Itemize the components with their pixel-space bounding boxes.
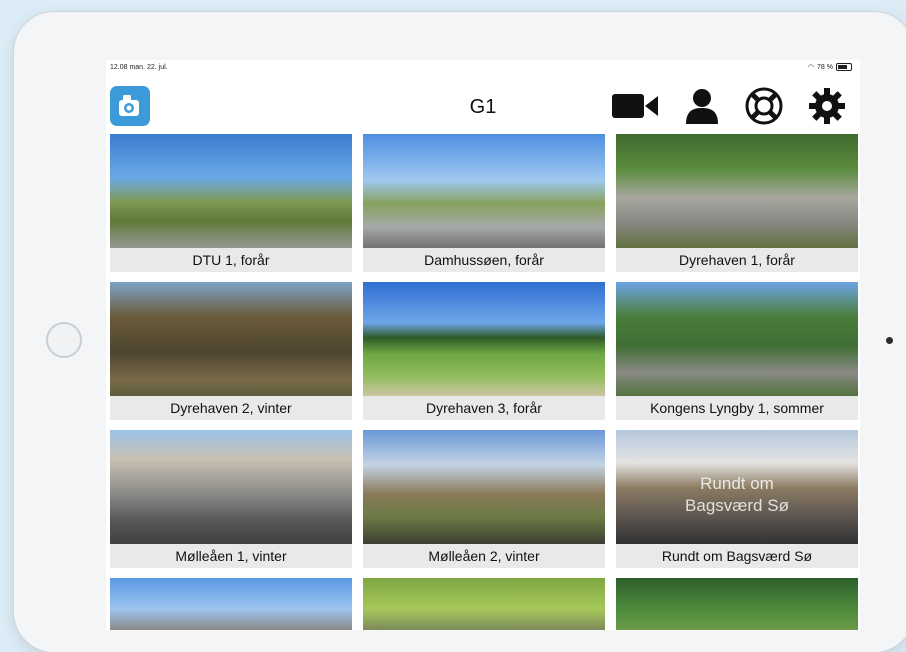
home-button[interactable] [46, 322, 82, 358]
battery-percent: 78 % [817, 63, 833, 71]
video-title: Kongens Lyngby 1, sommer [616, 396, 858, 420]
video-thumbnail: Rundt om Bagsværd Sø [616, 430, 858, 546]
video-title: Dyrehaven 2, vinter [110, 396, 352, 420]
video-tile[interactable]: Rundt om Bagsværd Sø Rundt om Bagsværd S… [616, 430, 858, 568]
thumbnail-overlay-line1: Rundt om [700, 474, 774, 493]
video-title: Mølleåen 1, vinter [110, 544, 352, 568]
video-thumbnail [110, 134, 352, 250]
video-tile[interactable] [616, 578, 858, 630]
video-thumbnail [616, 134, 858, 250]
video-title: Dyrehaven 1, forår [616, 248, 858, 272]
video-thumbnail [616, 282, 858, 398]
video-title: Mølleåen 2, vinter [363, 544, 605, 568]
app-screen: 12.08 man. 22. jul. ◠ 78 % G1 DTU 1, for… [106, 60, 860, 630]
wifi-icon: ◠ [807, 64, 815, 71]
video-title: Rundt om Bagsværd Sø [616, 544, 858, 568]
thumbnail-overlay-line2: Bagsværd Sø [685, 496, 789, 515]
video-thumbnail [110, 282, 352, 398]
video-thumbnail [363, 282, 605, 398]
video-camera-button[interactable] [610, 88, 660, 124]
video-tile[interactable]: Mølleåen 1, vinter [110, 430, 352, 568]
video-title: DTU 1, forår [110, 248, 352, 272]
video-title: Dyrehaven 3, forår [363, 396, 605, 420]
help-button[interactable] [742, 87, 786, 125]
ipad-frame: 12.08 man. 22. jul. ◠ 78 % G1 DTU 1, for… [14, 12, 906, 652]
video-thumbnail [363, 430, 605, 546]
battery-icon [836, 63, 852, 71]
status-right: ◠ 78 % [808, 63, 852, 71]
video-thumbnail [616, 578, 858, 630]
nav-bar: G1 [106, 78, 860, 128]
video-thumbnail [110, 578, 352, 630]
video-title: Damhussøen, forår [363, 248, 605, 272]
video-tile[interactable]: DTU 1, forår [110, 134, 352, 272]
status-time: 12.08 man. 22. jul. [110, 64, 168, 71]
video-tile[interactable]: Kongens Lyngby 1, sommer [616, 282, 858, 420]
video-thumbnail [110, 430, 352, 546]
video-tile[interactable]: Damhussøen, forår [363, 134, 605, 272]
profile-button[interactable] [682, 88, 722, 124]
front-camera [886, 337, 893, 344]
gear-icon [809, 88, 845, 124]
video-tile[interactable]: Dyrehaven 2, vinter [110, 282, 352, 420]
lifebuoy-icon [745, 87, 783, 125]
video-thumbnail [363, 578, 605, 630]
video-camera-icon [612, 94, 658, 118]
user-icon [686, 89, 718, 124]
video-tile[interactable]: Mølleåen 2, vinter [363, 430, 605, 568]
video-tile[interactable] [363, 578, 605, 630]
video-thumbnail [363, 134, 605, 250]
video-tile[interactable] [110, 578, 352, 630]
settings-button[interactable] [806, 88, 848, 124]
video-tile[interactable]: Dyrehaven 3, forår [363, 282, 605, 420]
video-tile[interactable]: Dyrehaven 1, forår [616, 134, 858, 272]
status-bar: 12.08 man. 22. jul. ◠ 78 % [106, 60, 860, 74]
